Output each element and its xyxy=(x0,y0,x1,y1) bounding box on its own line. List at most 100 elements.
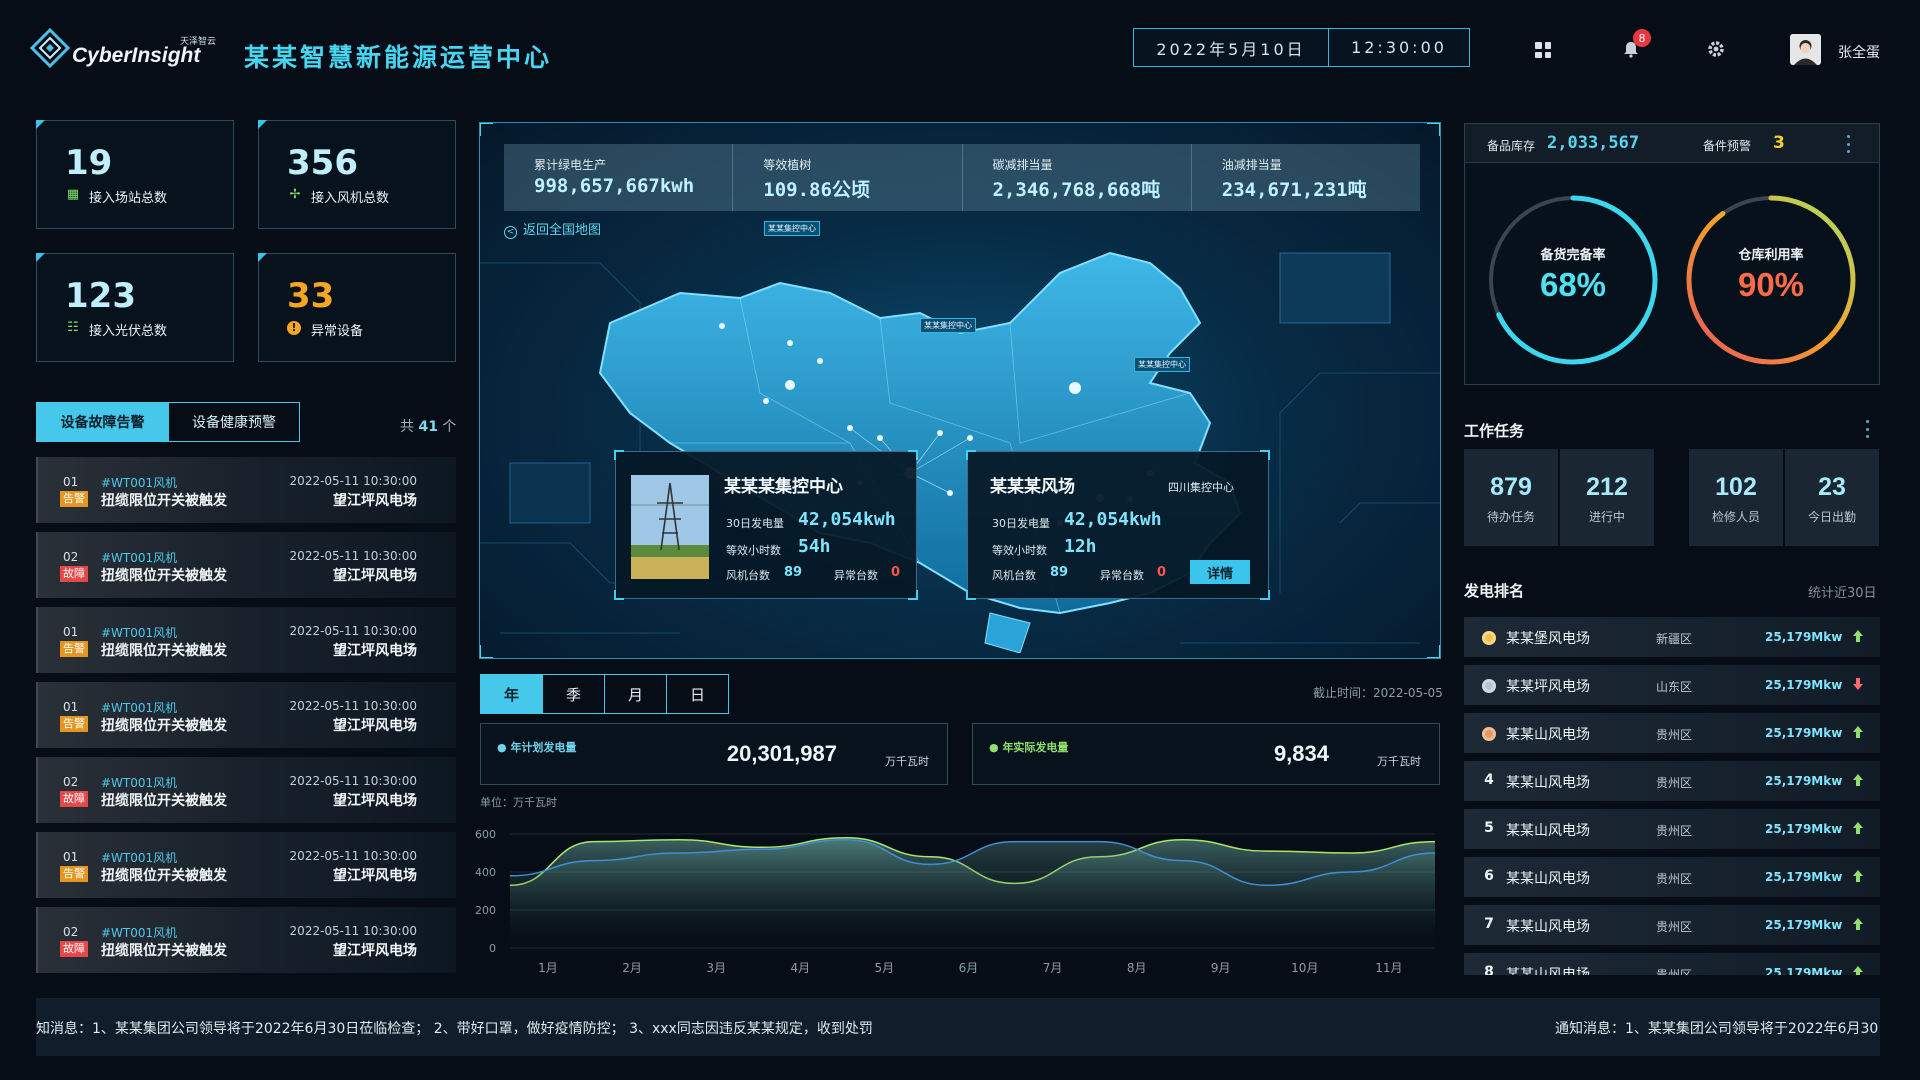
tab-fault-alarm[interactable]: 设备故障告警 xyxy=(36,402,169,442)
pin-label[interactable]: 某某集控中心 xyxy=(764,221,820,236)
metric-label: 等效小时数 xyxy=(992,544,1047,557)
map-stat-label: 碳减排当量 xyxy=(992,158,1053,172)
task-attendance[interactable]: 23 今日出勤 xyxy=(1785,449,1879,546)
alarm-message: 扭缆限位开关被触发 xyxy=(101,568,227,584)
stat-label: 接入场站总数 xyxy=(89,191,168,206)
tasks-title: 工作任务 xyxy=(1464,422,1525,440)
tab-year[interactable]: 年 xyxy=(480,674,543,714)
ranking-title: 发电排名 xyxy=(1464,582,1525,600)
inventory-header: 备品库存 2,033,567 备件预警 3 xyxy=(1465,124,1879,163)
ranking-row[interactable]: 7 某某山风电场 贵州区 25,179Mkw xyxy=(1464,905,1880,945)
plan-value: 20,301,987 xyxy=(726,741,837,766)
alarm-tag: 故障 xyxy=(60,566,88,582)
actual-label-text: 年实际发电量 xyxy=(1002,741,1069,754)
arrow-up-icon xyxy=(1853,870,1863,882)
metric-label: 异常台数 xyxy=(1100,569,1144,582)
alarm-tag: 告警 xyxy=(60,641,88,657)
task-in-progress[interactable]: 212 进行中 xyxy=(1560,449,1654,546)
alarm-item[interactable]: 01 告警 #WT001风机 扭缆限位开关被触发 2022-05-11 10:30:00… xyxy=(36,457,456,523)
x-tick-label: 1月 xyxy=(538,961,558,975)
back-to-national-map-link[interactable]: < 返回全国地图 xyxy=(504,219,601,239)
ranking-row[interactable]: 4 某某山风电场 贵州区 25,179Mkw xyxy=(1464,761,1880,801)
task-value: 212 xyxy=(1586,473,1628,501)
frame-corner xyxy=(480,645,493,658)
metric-value: 0 xyxy=(891,565,901,580)
map-summary-bar: 累计绿电生产 998,657,667kwh 等效植树 109.86公顷 碳减排当量 2… xyxy=(504,144,1420,211)
station-photo xyxy=(631,475,709,579)
metric-label: 风机台数 xyxy=(726,569,770,582)
rank-number: 4 xyxy=(1484,772,1494,788)
card-corner xyxy=(1260,450,1270,460)
ring-label: 备货完备率 xyxy=(1540,248,1606,263)
card-corner xyxy=(1260,590,1270,600)
more-menu-icon[interactable] xyxy=(1847,135,1851,153)
map-stat-label: 累计绿电生产 xyxy=(534,158,607,172)
alarm-item[interactable]: 02 故障 #WT001风机 扭缆限位开关被触发 2022-05-11 10:30:00… xyxy=(36,532,456,598)
station-name: 某某山风电场 xyxy=(1506,967,1590,975)
station-card-control-center[interactable]: 某某某集控中心 30日发电量 42,054kwh 等效小时数 54h 风机台数 … xyxy=(614,450,918,600)
alarm-device: #WT001风机 xyxy=(101,551,178,565)
rank-number: 7 xyxy=(1484,916,1494,932)
tab-month[interactable]: 月 xyxy=(604,674,667,714)
generation-value: 25,179Mkw xyxy=(1765,870,1843,884)
generation-value: 25,179Mkw xyxy=(1765,966,1843,975)
ring-value: 68% xyxy=(1539,266,1607,303)
avatar[interactable] xyxy=(1790,34,1821,65)
user-name[interactable]: 张全蛋 xyxy=(1838,42,1880,62)
alarm-message: 扭缆限位开关被触发 xyxy=(101,643,227,659)
pin-label[interactable]: 某某集控中心 xyxy=(920,318,976,333)
card-corner xyxy=(614,590,624,600)
stat-value: 19 xyxy=(65,143,113,183)
alarm-count: 共 41 个 xyxy=(400,416,456,436)
map-panel[interactable]: 某某集控中心 某某集控中心 某某集控中心 累计绿电生产 998,657,667kw… xyxy=(479,122,1441,659)
tab-quarter[interactable]: 季 xyxy=(542,674,605,714)
x-tick-label: 7月 xyxy=(1043,961,1063,975)
alarm-item[interactable]: 01 告警 #WT001风机 扭缆限位开关被触发 2022-05-11 10:30:00… xyxy=(36,832,456,898)
station-card-wind-farm[interactable]: 某某某风场 四川集控中心 30日发电量 42,054kwh 等效小时数 12h … xyxy=(966,450,1270,600)
alarm-tag: 告警 xyxy=(60,716,88,732)
alarm-no: 01 xyxy=(63,850,79,864)
ranking-row[interactable]: 8 某某山风电场 贵州区 25,179Mkw xyxy=(1464,953,1880,975)
ranking-list[interactable]: 某某堡风电场 新疆区 25,179Mkw 某某坪风电场 山东区 25,179Mkw 某某山风… xyxy=(1464,617,1880,975)
generation-value: 25,179Mkw xyxy=(1765,630,1843,644)
count-prefix: 共 xyxy=(400,419,414,435)
alarm-tag: 故障 xyxy=(60,791,88,807)
annual-actual-box: ● 年实际发电量 9,834 万千瓦时 xyxy=(972,723,1440,785)
medal-icon xyxy=(1482,631,1496,645)
task-repair-staff[interactable]: 102 检修人员 xyxy=(1689,449,1783,546)
date-display: 2022年5月10日 xyxy=(1133,28,1329,67)
task-todo[interactable]: 879 待办任务 xyxy=(1464,449,1558,546)
ranking-note: 统计近30日 xyxy=(1808,586,1877,601)
ranking-row[interactable]: 某某堡风电场 新疆区 25,179Mkw xyxy=(1464,617,1880,657)
x-tick-label: 3月 xyxy=(706,961,726,975)
tab-health-warning[interactable]: 设备健康预警 xyxy=(168,402,300,442)
card-corner xyxy=(966,450,976,460)
app-grid-icon[interactable] xyxy=(1535,42,1551,58)
alarm-message: 扭缆限位开关被触发 xyxy=(101,868,227,884)
alarm-item[interactable]: 01 告警 #WT001风机 扭缆限位开关被触发 2022-05-11 10:30:00… xyxy=(36,682,456,748)
details-button[interactable]: 详情 xyxy=(1190,560,1250,584)
metric-label: 风机台数 xyxy=(992,569,1036,582)
generation-value: 25,179Mkw xyxy=(1765,918,1843,932)
stat-card-turbines: 356 ✢ 接入风机总数 xyxy=(258,120,456,229)
pin-label[interactable]: 某某集控中心 xyxy=(1134,357,1190,372)
frame-corner xyxy=(1427,645,1440,658)
arrow-up-icon xyxy=(1853,726,1863,738)
solar-panel-icon: ☷ xyxy=(67,320,79,335)
alarm-item[interactable]: 02 故障 #WT001风机 扭缆限位开关被触发 2022-05-11 10:30:00… xyxy=(36,757,456,823)
gear-icon[interactable] xyxy=(1707,40,1725,58)
tasks-more-icon[interactable] xyxy=(1866,420,1870,438)
ranking-row[interactable]: 某某山风电场 贵州区 25,179Mkw xyxy=(1464,713,1880,753)
alarm-item[interactable]: 02 故障 #WT001风机 扭缆限位开关被触发 2022-05-11 10:30:00… xyxy=(36,907,456,973)
tab-day[interactable]: 日 xyxy=(666,674,729,714)
arrow-up-icon xyxy=(1853,774,1863,786)
ranking-row[interactable]: 5 某某山风电场 贵州区 25,179Mkw xyxy=(1464,809,1880,849)
alarm-site: 望江坪风电场 xyxy=(333,868,417,884)
generation-area-chart: 02004006001月2月3月4月5月6月7月8月9月10月11月12月 xyxy=(475,828,1436,975)
ranking-row[interactable]: 某某坪风电场 山东区 25,179Mkw xyxy=(1464,665,1880,705)
alarm-item[interactable]: 01 告警 #WT001风机 扭缆限位开关被触发 2022-05-11 10:30:00… xyxy=(36,607,456,673)
stat-label: 接入光伏总数 xyxy=(89,324,168,339)
map-stat: 累计绿电生产 998,657,667kwh xyxy=(504,144,734,211)
ranking-row[interactable]: 6 某某山风电场 贵州区 25,179Mkw xyxy=(1464,857,1880,897)
generation-value: 25,179Mkw xyxy=(1765,774,1843,788)
